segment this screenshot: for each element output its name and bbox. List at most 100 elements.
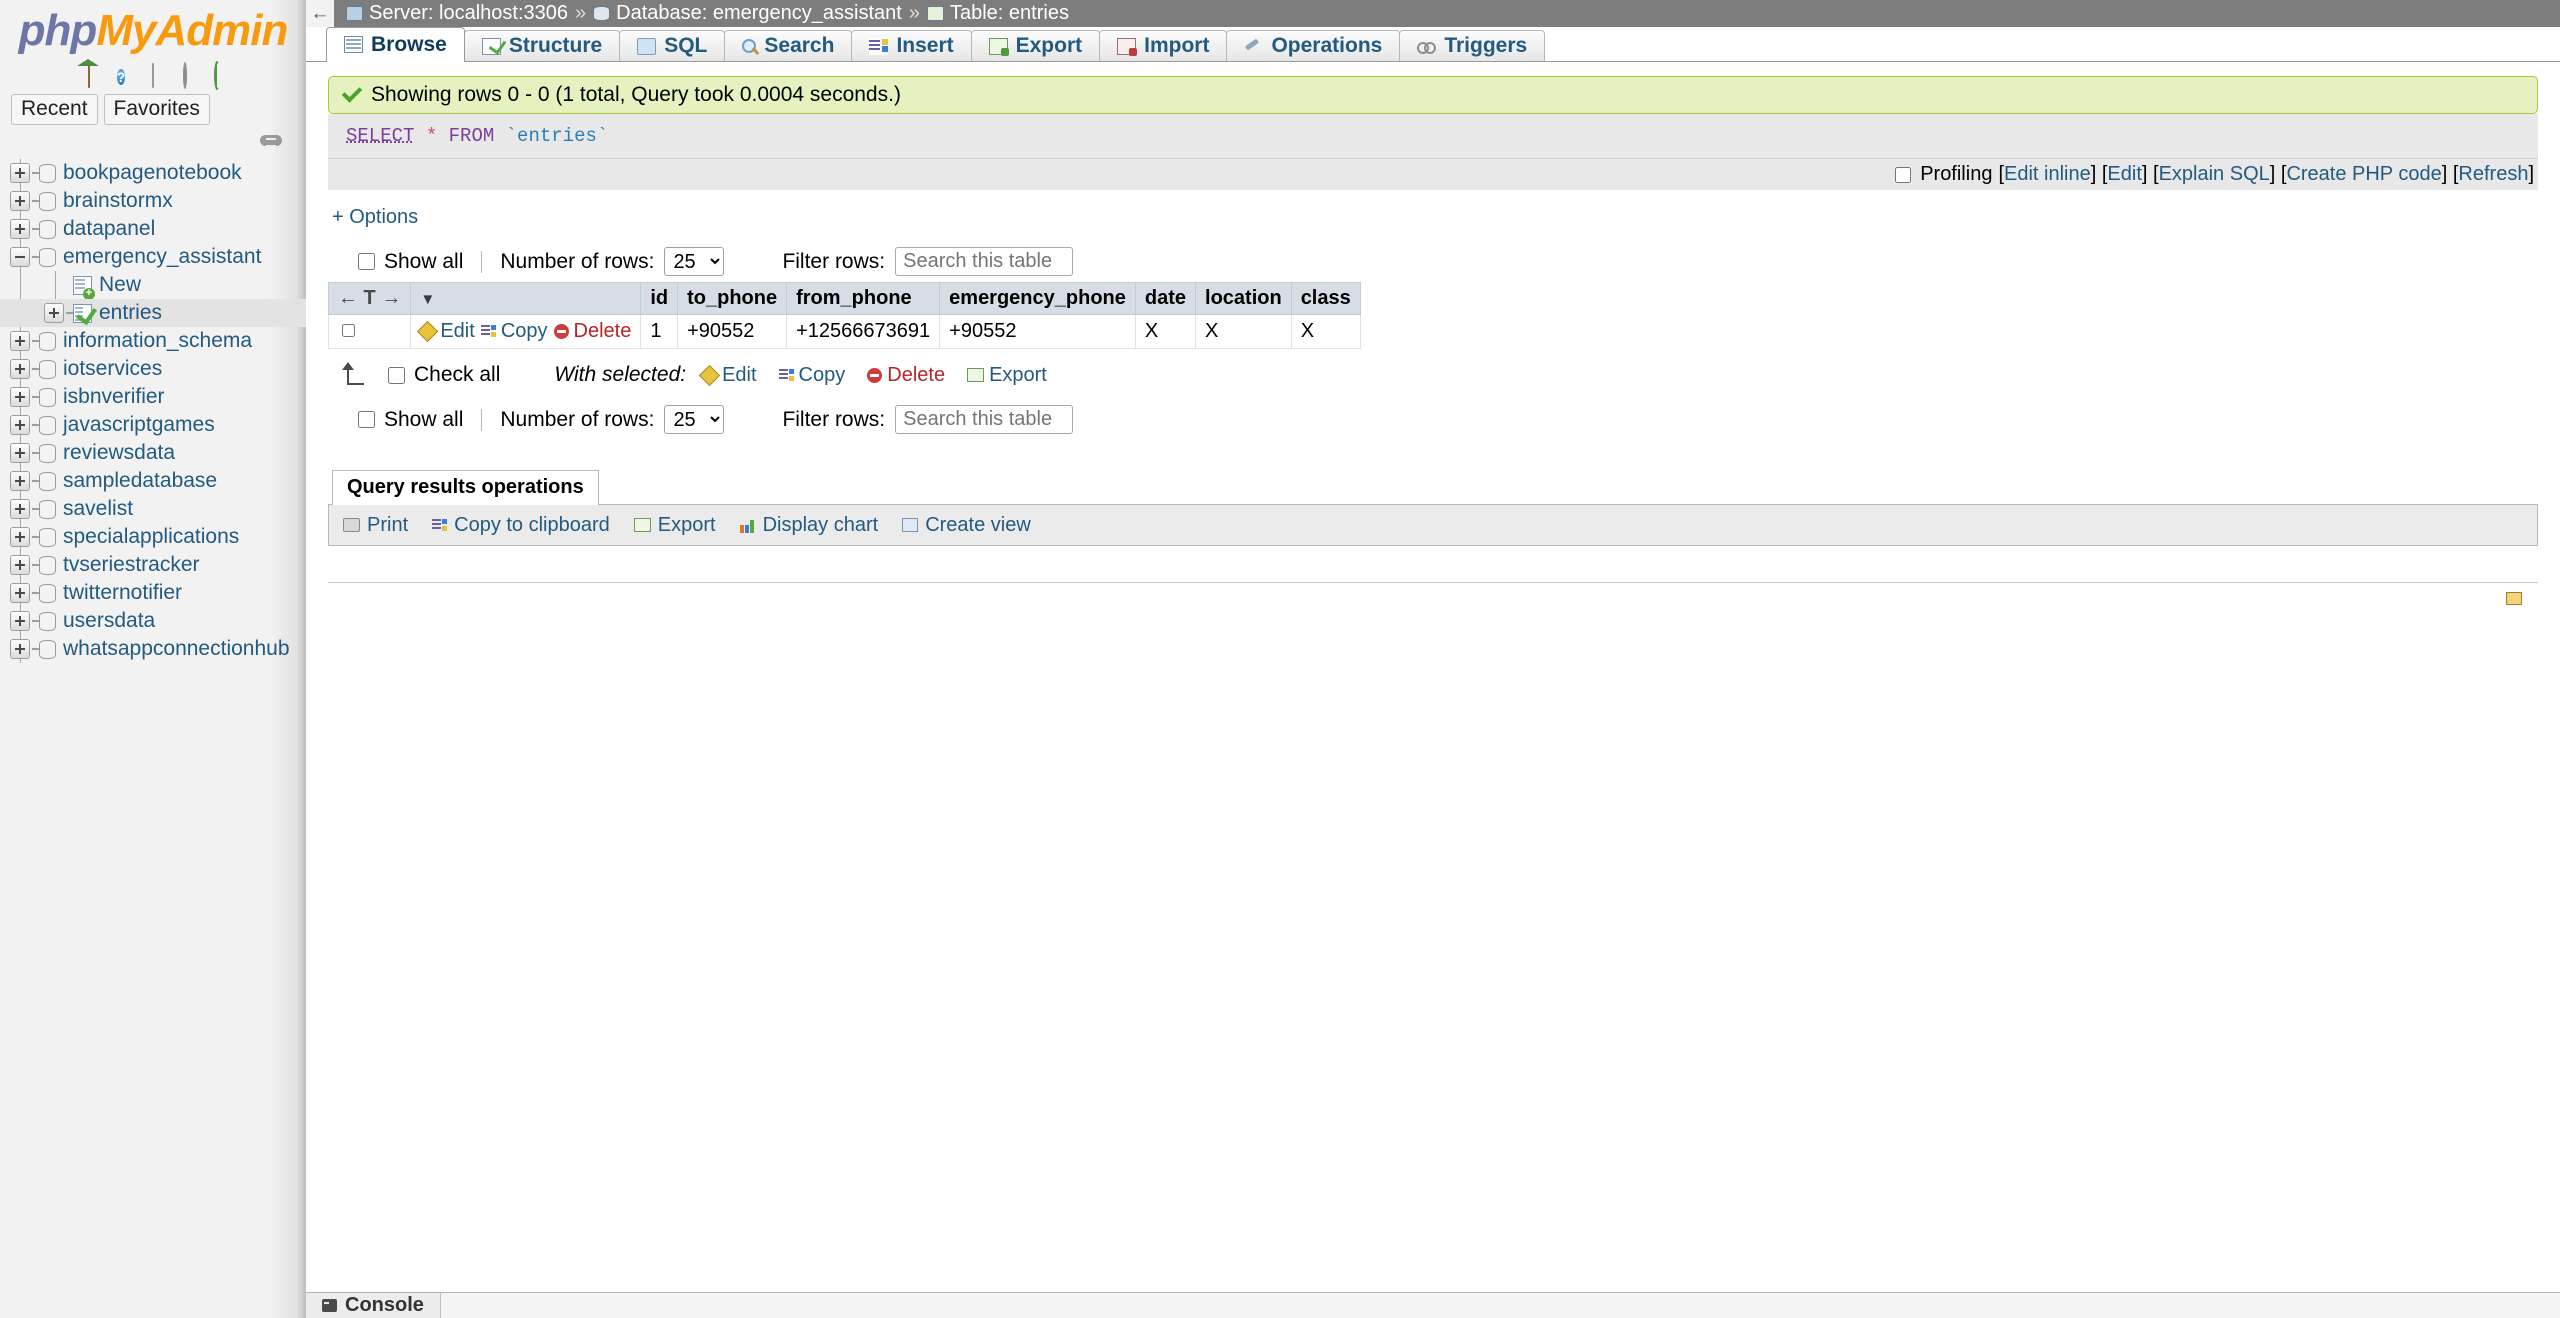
tab-structure[interactable]: Structure [464,30,620,61]
show-all-checkbox-top[interactable] [358,253,375,270]
cell-from_phone[interactable]: +12566673691 [787,315,940,349]
qro-display-chart-button[interactable]: Display chart [740,514,879,537]
tab-browse[interactable]: Browse [326,27,465,61]
tree-item-sampledatabase[interactable]: sampledatabase [0,467,306,495]
breadcrumb-server[interactable]: Server: localhost:3306 [346,2,568,25]
expand-icon[interactable] [10,555,30,575]
sort-caret-cell[interactable]: ▼ [411,283,641,315]
chevron-down-icon[interactable]: ▼ [420,291,435,308]
tab-search[interactable]: Search [724,30,852,61]
reload-icon[interactable] [206,64,228,86]
tree-item-label[interactable]: bookpagenotebook [63,161,242,185]
console-toggle[interactable]: Console [306,1293,441,1318]
qro-print-button[interactable]: Print [343,514,408,537]
back-button[interactable]: ← [306,0,334,27]
profiling-checkbox[interactable] [1895,167,1911,183]
tab-operations[interactable]: Operations [1226,30,1400,61]
tree-item-label[interactable]: brainstormx [63,189,173,213]
tree-item-emergency_assistant[interactable]: emergency_assistant [0,243,306,271]
sql-keyword-select[interactable]: SELECT [346,125,414,147]
tab-export[interactable]: Export [971,30,1101,61]
tree-item-label[interactable]: entries [99,301,162,325]
tree-item-usersdata[interactable]: usersdata [0,607,306,635]
tab-insert[interactable]: Insert [851,30,971,61]
tree-item-label[interactable]: whatsappconnectionhub [63,637,290,661]
profiling-link-edit[interactable]: Edit [2107,163,2141,185]
tree-item-label[interactable]: specialapplications [63,525,239,549]
tree-item-tvseriestracker[interactable]: tvseriestracker [0,551,306,579]
expand-icon[interactable] [10,359,30,379]
row-delete-button[interactable]: Delete [554,320,632,343]
expand-icon[interactable] [10,415,30,435]
column-header-emergency_phone[interactable]: emergency_phone [940,283,1136,315]
unlink-icon[interactable] [260,135,282,146]
resize-handle-icon[interactable] [2506,592,2522,605]
column-header-to_phone[interactable]: to_phone [678,283,787,315]
check-all-checkbox[interactable] [388,367,405,384]
expand-icon[interactable] [10,639,30,659]
tree-item-savelist[interactable]: savelist [0,495,306,523]
cell-date[interactable]: X [1135,315,1195,349]
profiling-link-explain-sql[interactable]: Explain SQL [2159,163,2270,185]
with-selected-copy-button[interactable]: Copy [779,364,846,387]
column-header-from_phone[interactable]: from_phone [787,283,940,315]
docs-icon[interactable] [142,64,164,86]
tree-item-label[interactable]: isbnverifier [63,385,165,409]
expand-icon[interactable] [10,443,30,463]
tree-item-specialapplications[interactable]: specialapplications [0,523,306,551]
expand-icon[interactable] [10,527,30,547]
column-header-location[interactable]: location [1196,283,1292,315]
tree-item-reviewsdata[interactable]: reviewsdata [0,439,306,467]
tree-item-javascriptgames[interactable]: javascriptgames [0,411,306,439]
tree-item-label[interactable]: datapanel [63,217,155,241]
row-edit-button[interactable]: Edit [420,320,474,343]
tree-item-label[interactable]: reviewsdata [63,441,175,465]
tree-item-label[interactable]: javascriptgames [63,413,215,437]
cell-location[interactable]: X [1196,315,1292,349]
tree-item-datapanel[interactable]: datapanel [0,215,306,243]
qro-create-view-button[interactable]: Create view [902,514,1031,537]
collapse-icon[interactable] [10,247,30,267]
tree-item-label[interactable]: usersdata [63,609,155,633]
cell-to_phone[interactable]: +90552 [678,315,787,349]
column-header-date[interactable]: date [1135,283,1195,315]
qro-copy-to-clipboard-button[interactable]: Copy to clipboard [432,514,610,537]
tree-item-iotservices[interactable]: iotservices [0,355,306,383]
tree-item-label[interactable]: sampledatabase [63,469,217,493]
home-icon[interactable] [78,64,100,86]
qro-export-button[interactable]: Export [634,514,716,537]
breadcrumb-table[interactable]: Table: entries [927,2,1069,25]
number-of-rows-select-bottom[interactable]: 2550100250500 [664,405,724,434]
tree-item-entries[interactable]: entries [0,299,306,327]
tree-item-label[interactable]: savelist [63,497,133,521]
cell-class[interactable]: X [1291,315,1360,349]
tree-item-label[interactable]: information_schema [63,329,252,353]
profiling-link-create-php-code[interactable]: Create PHP code [2286,163,2441,185]
row-select-cell[interactable] [329,315,411,349]
tree-item-twitternotifier[interactable]: twitternotifier [0,579,306,607]
filter-rows-input-top[interactable] [895,247,1073,276]
nav-sort-cell[interactable]: ← T → [329,283,411,315]
tree-item-label[interactable]: New [99,273,141,297]
breadcrumb-database[interactable]: Database: emergency_assistant [593,2,902,25]
recent-button[interactable]: Recent [11,94,98,125]
tree-item-brainstormx[interactable]: brainstormx [0,187,306,215]
expand-icon[interactable] [10,219,30,239]
expand-icon[interactable] [10,611,30,631]
tree-item-label[interactable]: tvseriestracker [63,553,200,577]
tree-item-isbnverifier[interactable]: isbnverifier [0,383,306,411]
number-of-rows-select-top[interactable]: 2550100250500 [664,247,724,276]
expand-icon[interactable] [10,191,30,211]
profiling-link-refresh[interactable]: Refresh [2458,163,2528,185]
tree-item-bookpagenotebook[interactable]: bookpagenotebook [0,159,306,187]
row-copy-button[interactable]: Copy [481,320,548,343]
expand-icon[interactable] [44,303,64,323]
tab-sql[interactable]: SQL [619,30,725,61]
tree-item-label[interactable]: twitternotifier [63,581,182,605]
column-header-class[interactable]: class [1291,283,1360,315]
row-checkbox[interactable] [342,324,355,337]
cell-emergency_phone[interactable]: +90552 [940,315,1136,349]
tab-import[interactable]: Import [1099,30,1227,61]
settings-icon[interactable] [174,64,196,86]
tab-triggers[interactable]: Triggers [1399,30,1545,61]
